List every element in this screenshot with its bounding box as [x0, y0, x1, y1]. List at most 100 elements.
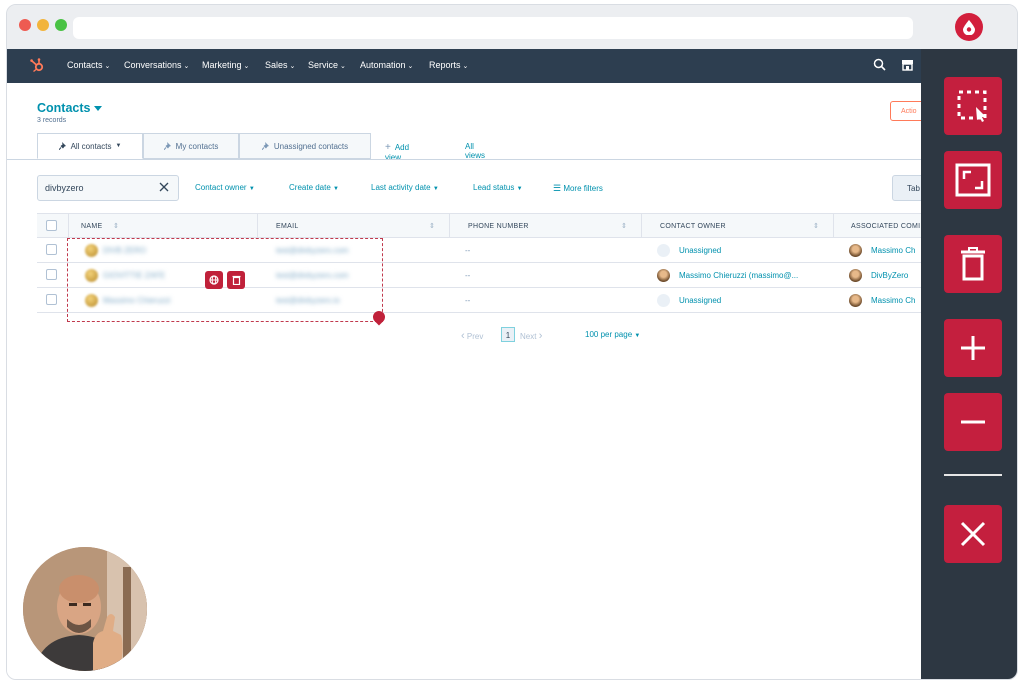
tab-label: Unassigned contacts	[273, 141, 349, 151]
minimize-window-dot[interactable]	[37, 19, 49, 31]
more-filters-button[interactable]: ☰ More filters	[553, 183, 603, 194]
prev-label: Prev	[466, 332, 484, 341]
column-divider	[257, 214, 258, 239]
drop-icon[interactable]	[955, 13, 983, 41]
maximize-window-dot[interactable]	[55, 19, 67, 31]
actions-button[interactable]: Actio	[890, 101, 921, 121]
column-contact-owner[interactable]: CONTACT OWNER	[660, 223, 726, 230]
more-filters-label: More filters	[563, 184, 603, 193]
select-area-icon[interactable]	[944, 77, 1002, 135]
chevron-down-icon: ⌄	[104, 63, 111, 70]
contact-owner[interactable]: Massimo Chieruzzi (massimo@...	[679, 271, 798, 280]
nav-sales[interactable]: Sales ⌄	[265, 60, 295, 70]
associated-company[interactable]: DivByZero	[871, 271, 908, 280]
owner-avatar	[657, 294, 670, 307]
top-navigation: Contacts ⌄ Conversations ⌄ Marketing ⌄ Sale…	[7, 49, 921, 83]
filter-last-activity-date[interactable]: Last activity date ▼	[371, 183, 439, 192]
nav-contacts[interactable]: Contacts ⌄	[67, 60, 110, 70]
minus-icon[interactable]	[944, 393, 1002, 451]
chevron-down-icon: ⌄	[407, 63, 414, 70]
nav-label: Sales	[265, 60, 288, 70]
address-bar[interactable]	[73, 17, 913, 39]
pin-icon	[261, 142, 269, 150]
search-icon[interactable]	[873, 58, 886, 76]
table-actions-button[interactable]: Tab	[892, 175, 921, 201]
sort-icon[interactable]: ⇕	[621, 222, 627, 230]
all-views-link[interactable]: All views	[465, 142, 485, 160]
close-window-dot[interactable]	[19, 19, 31, 31]
caret-down-icon: ▼	[432, 186, 439, 192]
hubspot-logo-icon[interactable]	[29, 57, 45, 78]
tab-all-contacts[interactable]: All contacts ▼	[37, 133, 143, 159]
filter-lead-status[interactable]: Lead status ▼	[473, 183, 523, 192]
next-page-button[interactable]: Next ›	[520, 330, 542, 342]
prev-page-button[interactable]: ‹ Prev	[461, 330, 483, 342]
plus-icon[interactable]	[944, 319, 1002, 377]
column-associated-company[interactable]: ASSOCIATED COMI	[851, 223, 920, 230]
row-checkbox[interactable]	[46, 294, 57, 305]
sort-icon[interactable]: ⇕	[429, 222, 435, 230]
fullscreen-icon[interactable]	[944, 151, 1002, 209]
caret-down-icon: ▼	[333, 186, 339, 192]
row-checkbox[interactable]	[46, 269, 57, 280]
nav-label: Automation	[360, 60, 406, 70]
nav-marketing[interactable]: Marketing ⌄	[202, 60, 249, 70]
filter-label: Contact owner	[195, 183, 247, 192]
chevron-down-icon: ⌄	[243, 63, 250, 70]
filter-create-date[interactable]: Create date ▼	[289, 183, 339, 192]
contact-owner[interactable]: Unassigned	[679, 296, 721, 305]
select-all-checkbox[interactable]	[46, 220, 57, 231]
trash-icon[interactable]	[944, 235, 1002, 293]
column-name[interactable]: NAME	[81, 223, 102, 230]
page-title-text: Contacts	[37, 101, 91, 115]
nav-automation[interactable]: Automation ⌄	[360, 60, 413, 70]
nav-service[interactable]: Service ⌄	[308, 60, 346, 70]
column-email[interactable]: EMAIL	[276, 223, 299, 230]
chevron-right-icon: ›	[538, 330, 543, 342]
plus-icon: +	[385, 142, 391, 153]
contact-owner[interactable]: Unassigned	[679, 246, 721, 255]
caret-down-icon: ▼	[248, 186, 255, 192]
sort-icon[interactable]: ⇕	[113, 222, 119, 230]
trash-icon[interactable]	[227, 271, 245, 289]
tab-label: My contacts	[175, 141, 219, 151]
contact-phone: --	[465, 271, 471, 280]
filter-label: Create date	[289, 183, 331, 192]
filter-contact-owner[interactable]: Contact owner ▼	[195, 183, 255, 192]
column-divider	[833, 214, 834, 239]
sort-icon[interactable]: ⇕	[813, 222, 819, 230]
current-page[interactable]: 1	[501, 327, 515, 342]
clear-search-icon[interactable]	[159, 182, 169, 195]
globe-icon[interactable]	[205, 271, 223, 289]
nav-reports[interactable]: Reports ⌄	[429, 60, 468, 70]
tab-unassigned-contacts[interactable]: Unassigned contacts	[239, 133, 371, 159]
chevron-left-icon: ‹	[461, 330, 465, 342]
marketplace-icon[interactable]	[901, 58, 914, 76]
chevron-down-icon	[94, 106, 103, 112]
pin-icon	[163, 142, 171, 150]
webcam-bubble[interactable]	[21, 545, 149, 673]
row-checkbox[interactable]	[46, 244, 57, 255]
page-title[interactable]: Contacts	[37, 101, 103, 115]
blur-selection-area[interactable]	[67, 238, 383, 322]
column-divider	[449, 214, 450, 239]
per-page-label: 100 per page	[585, 330, 633, 339]
filter-label: Last activity date	[371, 183, 431, 192]
owner-avatar	[657, 269, 670, 282]
pin-icon	[58, 142, 66, 150]
next-label: Next	[520, 332, 537, 341]
column-phone-number[interactable]: PHONE NUMBER	[468, 223, 529, 230]
per-page-select[interactable]: 100 per page ▼	[585, 330, 640, 339]
tab-my-contacts[interactable]: My contacts	[143, 133, 239, 159]
contact-phone: --	[465, 246, 471, 255]
search-input[interactable]: divbyzero	[37, 175, 179, 201]
chevron-down-icon: ⌄	[183, 63, 190, 70]
chevron-down-icon: ⌄	[340, 63, 346, 70]
associated-company[interactable]: Massimo Ch	[871, 246, 915, 255]
close-icon[interactable]	[944, 505, 1002, 563]
associated-company[interactable]: Massimo Ch	[871, 296, 915, 305]
contact-phone: --	[465, 296, 471, 305]
browser-window: Contacts ⌄ Conversations ⌄ Marketing ⌄ Sale…	[6, 4, 1018, 680]
company-avatar	[849, 269, 862, 282]
nav-conversations[interactable]: Conversations ⌄	[124, 60, 189, 70]
